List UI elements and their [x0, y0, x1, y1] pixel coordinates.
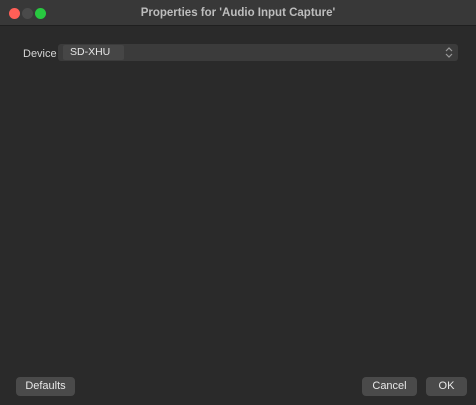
- defaults-button[interactable]: Defaults: [16, 377, 75, 396]
- title-bar[interactable]: Properties for 'Audio Input Capture': [0, 0, 476, 26]
- device-label: Device: [23, 48, 57, 60]
- ok-button[interactable]: OK: [426, 377, 467, 396]
- cancel-button[interactable]: Cancel: [362, 377, 417, 396]
- device-select-value: SD-XHU: [63, 45, 125, 60]
- updown-chevron-icon: [443, 45, 455, 60]
- device-select[interactable]: SD-XHU: [58, 44, 458, 61]
- properties-window: Properties for 'Audio Input Capture' Dev…: [0, 0, 476, 405]
- window-title: Properties for 'Audio Input Capture': [140, 7, 336, 19]
